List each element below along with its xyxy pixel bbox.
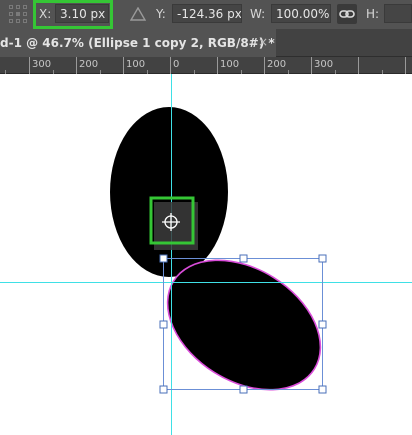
reference-point-icon[interactable]: [9, 5, 27, 23]
y-label: Y:: [156, 7, 166, 21]
x-input[interactable]: 3.10 px: [55, 4, 109, 23]
h-label: H:: [366, 7, 380, 21]
horizontal-ruler[interactable]: 300 200 100 0 100 200 300: [0, 57, 412, 74]
h-input[interactable]: [384, 4, 412, 23]
ellipse-upper: [110, 107, 228, 277]
canvas-artwork: [0, 74, 412, 435]
x-label: X:: [39, 7, 52, 21]
delta-icon[interactable]: [130, 7, 146, 21]
ruler-label: 100: [126, 59, 146, 70]
close-tab-icon[interactable]: ×: [258, 35, 268, 49]
document-tab[interactable]: d-1 @ 46.7% (Ellipse 1 copy 2, RGB/8#) *…: [0, 29, 276, 57]
ruler-ticks: [5, 57, 406, 74]
w-input[interactable]: 100.00%: [271, 4, 331, 23]
ruler-label: 300: [32, 59, 52, 70]
ruler-label: 100: [220, 59, 240, 70]
ruler-label: 200: [267, 59, 287, 70]
ruler-label: 200: [79, 59, 99, 70]
ruler-label: 300: [314, 59, 334, 70]
w-label: W:: [250, 7, 266, 21]
y-input[interactable]: -124.36 px: [172, 4, 242, 23]
canvas[interactable]: [0, 74, 412, 435]
options-bar: X: 3.10 px Y: -124.36 px W: 100.00% H:: [0, 0, 412, 29]
ruler-label: 0: [173, 59, 180, 70]
link-icon[interactable]: [337, 4, 357, 24]
document-tab-bar: d-1 @ 46.7% (Ellipse 1 copy 2, RGB/8#) *…: [0, 29, 412, 57]
document-tab-title: d-1 @ 46.7% (Ellipse 1 copy 2, RGB/8#) *: [0, 36, 275, 50]
